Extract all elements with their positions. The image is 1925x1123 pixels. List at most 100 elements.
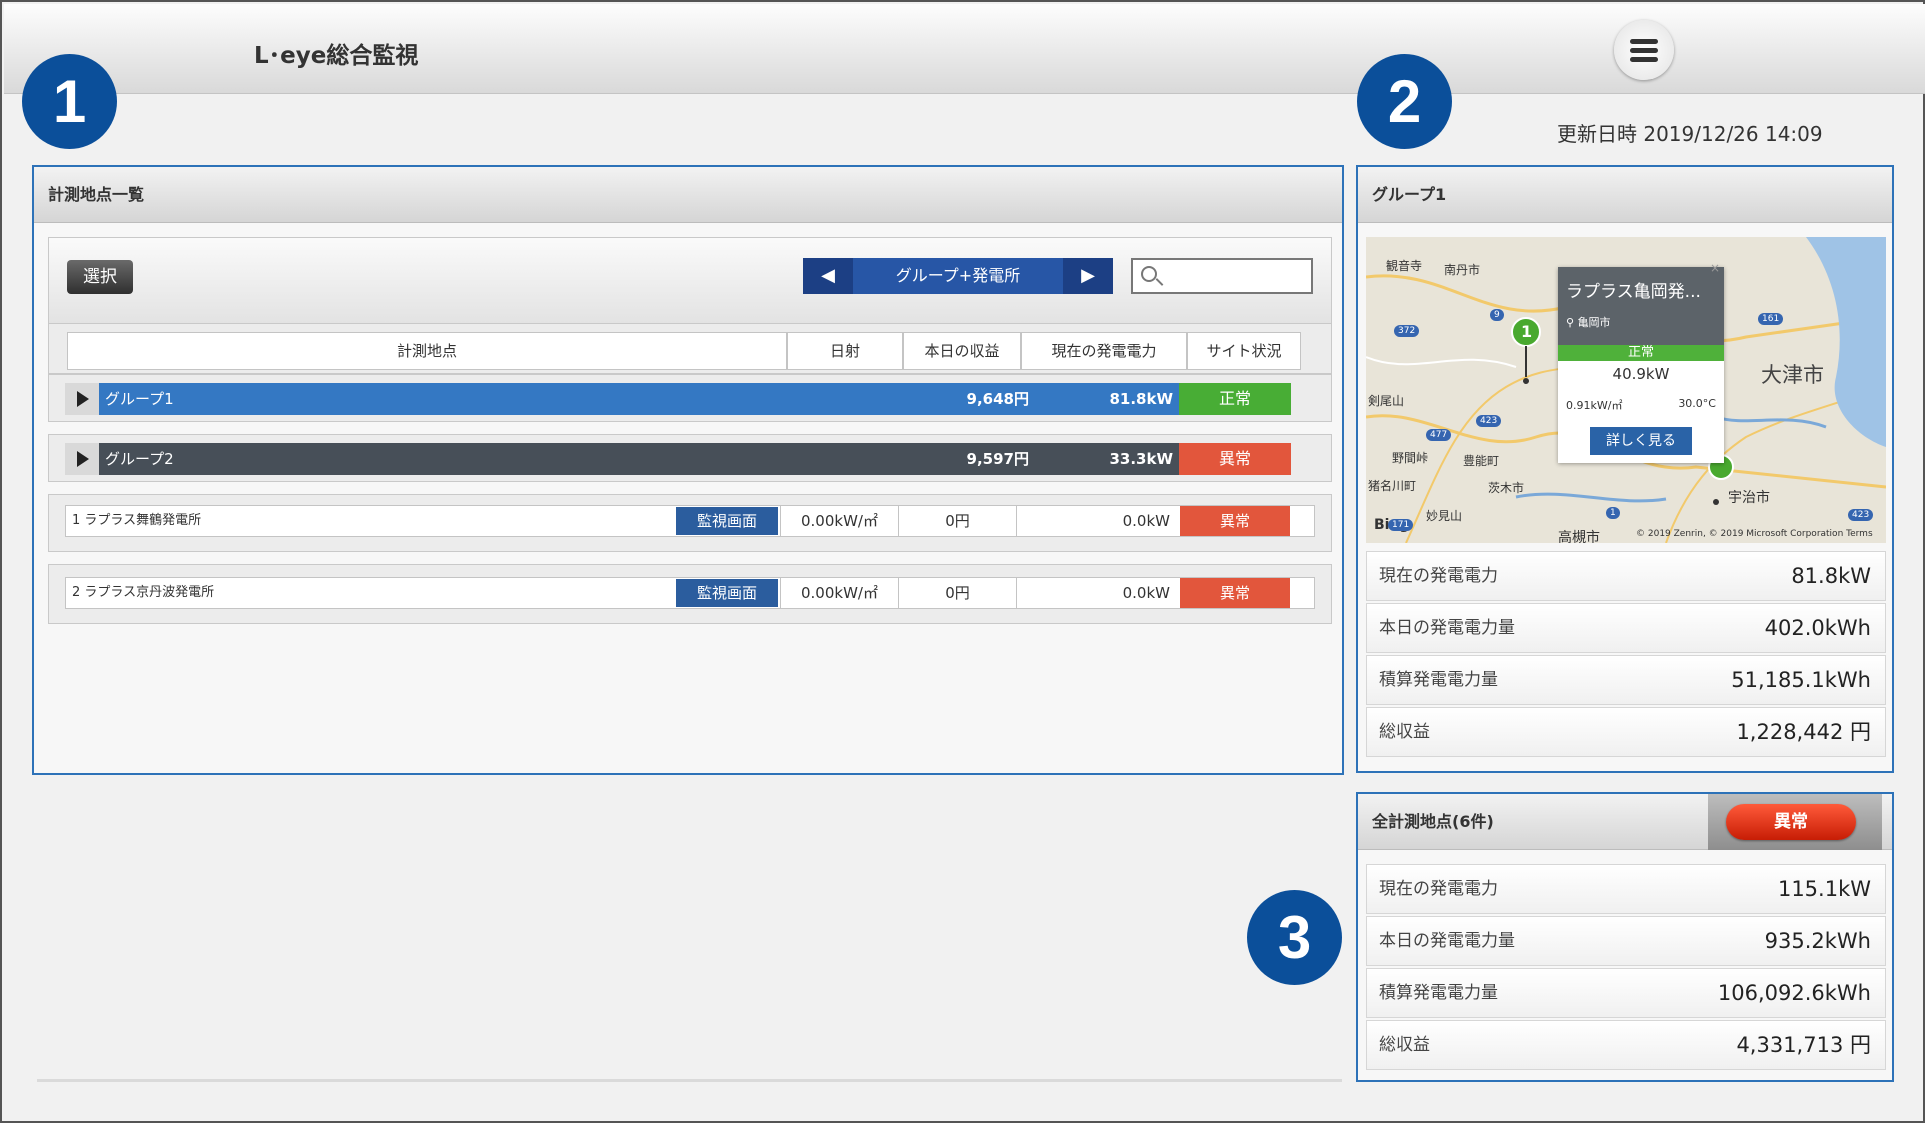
divider bbox=[37, 1079, 1342, 1082]
stat-row: 総収益 1,228,442 円 bbox=[1366, 707, 1886, 757]
monitor-screen-button[interactable]: 監視画面 bbox=[676, 579, 778, 607]
hamburger-menu-icon[interactable] bbox=[1614, 20, 1674, 80]
stat-label: 積算発電電力量 bbox=[1379, 670, 1498, 690]
stat-label: 総収益 bbox=[1379, 722, 1430, 742]
top-bar: L･eye総合監視 bbox=[4, 4, 1925, 94]
map-road-number: 372 bbox=[1394, 325, 1420, 337]
stat-value: 935.2kWh bbox=[1764, 929, 1871, 953]
map-road-number: 161 bbox=[1758, 313, 1784, 325]
callout-marker-1: 1 bbox=[22, 54, 117, 149]
group-revenue: 9,648円 bbox=[966, 390, 1029, 408]
stat-row: 総収益 4,331,713 円 bbox=[1366, 1020, 1886, 1070]
expand-triangle-icon[interactable] bbox=[65, 443, 99, 475]
site-name: 1 ラプラス舞鶴発電所 bbox=[72, 513, 202, 528]
map-road-number: 171 bbox=[1388, 519, 1414, 531]
stat-value: 106,092.6kWh bbox=[1717, 981, 1871, 1005]
search-icon bbox=[1141, 266, 1157, 282]
next-arrow-icon[interactable]: ▶ bbox=[1063, 258, 1113, 294]
map-popup: × ラプラス亀岡発... ⚲ 亀岡市 正常 40.9kW 0.91kW/㎡ 30… bbox=[1558, 261, 1724, 463]
map-label: 豊能町 bbox=[1463, 454, 1500, 468]
site-power: 0.0kW bbox=[1016, 506, 1180, 536]
location-pin-icon: ⚲ bbox=[1566, 316, 1578, 329]
site-revenue: 0円 bbox=[898, 578, 1016, 608]
stat-value: 51,185.1kWh bbox=[1731, 668, 1871, 692]
group-power: 33.3kW bbox=[1109, 450, 1173, 468]
column-header-power: 現在の発電電力 bbox=[1021, 332, 1187, 370]
stat-value: 4,331,713 円 bbox=[1736, 1033, 1871, 1057]
map-label: 南丹市 bbox=[1444, 263, 1481, 277]
group-switcher-label: グループ+発電所 bbox=[895, 266, 1021, 285]
group-revenue: 9,597円 bbox=[966, 450, 1029, 468]
site-row-1: 1 ラプラス舞鶴発電所 監視画面 0.00kW/㎡ 0円 0.0kW 異常 bbox=[48, 494, 1332, 552]
status-badge: 正常 bbox=[1179, 383, 1291, 415]
stat-value: 402.0kWh bbox=[1764, 616, 1871, 640]
map-road-number: 1 bbox=[1606, 507, 1620, 519]
prev-arrow-icon[interactable]: ◀ bbox=[803, 258, 853, 294]
group-row-1[interactable]: グループ1 9,648円 81.8kW 正常 bbox=[48, 374, 1332, 422]
stat-row: 現在の発電電力 115.1kW bbox=[1366, 864, 1886, 914]
site-name: 2 ラプラス京丹波発電所 bbox=[72, 585, 215, 600]
stat-label: 現在の発電電力 bbox=[1379, 566, 1498, 586]
table-header: 計測地点 日射 本日の収益 現在の発電電力 サイト状況 bbox=[48, 324, 1332, 374]
site-row-2: 2 ラプラス京丹波発電所 監視画面 0.00kW/㎡ 0円 0.0kW 異常 bbox=[48, 564, 1332, 624]
expand-triangle-icon[interactable] bbox=[65, 383, 99, 415]
map-road-number: 477 bbox=[1426, 429, 1452, 441]
stat-row: 積算発電電力量 51,185.1kWh bbox=[1366, 655, 1886, 705]
map-label: 妙見山 bbox=[1426, 509, 1463, 523]
column-header-status: サイト状況 bbox=[1187, 332, 1301, 370]
map-label: 剣尾山 bbox=[1368, 394, 1405, 408]
map-copyright: © 2019 Zenrin, © 2019 Microsoft Corporat… bbox=[1636, 529, 1873, 539]
group-switcher: ◀ グループ+発電所 ▶ bbox=[803, 258, 1113, 294]
stat-value: 1,228,442 円 bbox=[1736, 720, 1871, 744]
site-irradiance: 0.00kW/㎡ bbox=[780, 578, 898, 608]
stat-label: 総収益 bbox=[1379, 1035, 1430, 1055]
search-input[interactable] bbox=[1165, 264, 1305, 288]
app-title: L･eye総合監視 bbox=[254, 43, 419, 69]
map-label: 茨木市 bbox=[1488, 481, 1525, 495]
stat-row: 本日の発電電力量 402.0kWh bbox=[1366, 603, 1886, 653]
panel-title: 計測地点一覧 bbox=[34, 167, 1342, 223]
column-header-point: 計測地点 bbox=[67, 332, 787, 370]
details-button[interactable]: 詳しく見る bbox=[1590, 427, 1692, 455]
app-window: L･eye総合監視 1 2 3 更新日時 2019/12/26 14:09 計測… bbox=[0, 0, 1925, 1123]
map-pin-label: 1 bbox=[1521, 322, 1533, 341]
stat-value: 115.1kW bbox=[1777, 877, 1871, 901]
status-badge: 異常 bbox=[1179, 443, 1291, 475]
popup-location: 亀岡市 bbox=[1577, 316, 1611, 329]
monitor-screen-button[interactable]: 監視画面 bbox=[676, 507, 778, 535]
popup-power: 40.9kW bbox=[1612, 365, 1670, 383]
site-power: 0.0kW bbox=[1016, 578, 1180, 608]
group-name: グループ1 bbox=[105, 390, 174, 408]
select-button[interactable]: 選択 bbox=[67, 260, 133, 294]
measurement-list-panel: 計測地点一覧 選択 ◀ グループ+発電所 ▶ 計測地点 日射 本日の収益 現在の… bbox=[32, 165, 1344, 775]
panel-title: グループ1 bbox=[1358, 167, 1892, 223]
map-label: 観音寺 bbox=[1386, 259, 1423, 273]
stat-label: 現在の発電電力 bbox=[1379, 879, 1498, 899]
close-icon[interactable]: × bbox=[1710, 261, 1720, 275]
map-view[interactable]: 1 観音寺 南丹市 大津市 剣尾山 野間峠 豊能町 宇治市 猪名川町 妙見山 高… bbox=[1366, 237, 1886, 543]
stat-row: 積算発電電力量 106,092.6kWh bbox=[1366, 968, 1886, 1018]
status-badge: 異常 bbox=[1726, 804, 1856, 840]
column-header-irradiance: 日射 bbox=[787, 332, 903, 370]
popup-status: 正常 bbox=[1558, 345, 1724, 361]
group-row-2[interactable]: グループ2 9,597円 33.3kW 異常 bbox=[48, 434, 1332, 482]
search-field[interactable] bbox=[1131, 258, 1313, 294]
list-toolbar: 選択 ◀ グループ+発電所 ▶ bbox=[48, 237, 1332, 324]
map-label: 高槻市 bbox=[1558, 530, 1600, 543]
status-badge: 異常 bbox=[1180, 506, 1290, 536]
map-road-number: 423 bbox=[1476, 415, 1502, 427]
all-points-panel: 全計測地点(6件) 異常 現在の発電電力 115.1kW 本日の発電電力量 93… bbox=[1356, 792, 1894, 1082]
column-header-revenue: 本日の収益 bbox=[903, 332, 1021, 370]
group-name: グループ2 bbox=[105, 450, 174, 468]
stat-label: 本日の発電電力量 bbox=[1379, 931, 1515, 951]
map-label: 大津市 bbox=[1761, 363, 1824, 387]
stat-label: 本日の発電電力量 bbox=[1379, 618, 1515, 638]
stat-label: 積算発電電力量 bbox=[1379, 983, 1498, 1003]
map-road-number: 9 bbox=[1490, 309, 1504, 321]
popup-irradiance: 0.91kW/㎡ bbox=[1566, 399, 1623, 412]
stat-row: 本日の発電電力量 935.2kWh bbox=[1366, 916, 1886, 966]
site-revenue: 0円 bbox=[898, 506, 1016, 536]
map-road-number: 423 bbox=[1848, 509, 1874, 521]
status-badge: 異常 bbox=[1180, 578, 1290, 608]
updated-timestamp: 更新日時 2019/12/26 14:09 bbox=[1557, 122, 1823, 146]
